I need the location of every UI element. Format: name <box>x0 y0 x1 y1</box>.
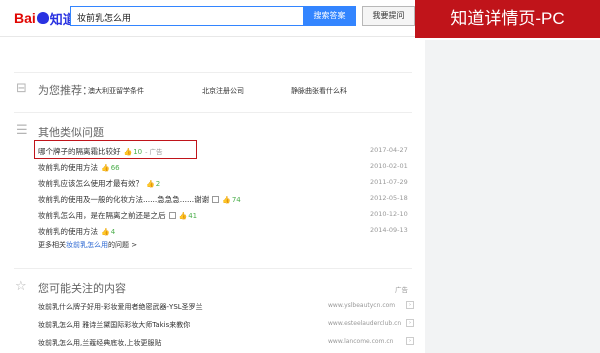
question-date: 2017-04-27 <box>370 146 408 154</box>
tag-icon <box>168 212 176 219</box>
tag-icon <box>212 196 220 203</box>
page-type-badge: 知道详情页-PC <box>415 0 600 38</box>
thumb-up-icon: 👍 <box>178 212 188 220</box>
question-row[interactable]: 妆前乳的使用方法 👍4 2014-09-13 <box>38 226 408 238</box>
thumb-up-icon: 👍 <box>101 164 110 172</box>
question-title[interactable]: 妆前乳的使用方法 <box>38 163 98 172</box>
vote-count: 4 <box>110 228 116 236</box>
header-divider <box>0 36 415 37</box>
question-row[interactable]: 妆前乳怎么用，是在隔离之前还是之后 👍41 2010-12-10 <box>38 210 408 222</box>
similar-title: 其他类似问题 <box>38 126 104 139</box>
question-title-line: 妆前乳的使用方法 👍4 <box>38 226 115 237</box>
question-date: 2010-12-10 <box>370 210 408 218</box>
question-row[interactable]: 妆前乳应该怎么使用才最有效？ 👍2 2011-07-29 <box>38 178 408 190</box>
list-icon: ⊟ <box>16 81 27 96</box>
vote-count: 10 <box>133 148 143 156</box>
question-title-line: 妆前乳怎么用，是在隔离之前还是之后 👍41 <box>38 210 197 221</box>
thumb-up-icon: 👍 <box>101 228 110 236</box>
vote-count: 74 <box>231 196 241 204</box>
ad-item-title[interactable]: 妆前乳怎么用 雅诗兰黛国际彩妆大师Takis来教你 <box>38 320 190 330</box>
recommend-item[interactable]: 北京注册公司 <box>202 86 244 96</box>
ad-item[interactable]: 妆前乳怎么用 雅诗兰黛国际彩妆大师Takis来教你 www.esteelaude… <box>38 319 414 332</box>
ad-item[interactable]: 妆前乳怎么用,兰蔻经典底妆,上妆更服贴 www.lancome.com.cn › <box>38 337 414 350</box>
recommend-item[interactable]: 静脉曲张看什么科 <box>291 86 347 96</box>
question-title[interactable]: 妆前乳怎么用，是在隔离之前还是之后 <box>38 211 166 220</box>
logo-bai-text: Bai <box>14 10 36 26</box>
search-input[interactable]: 妆前乳怎么用 <box>70 6 304 26</box>
chevron-right-icon[interactable]: › <box>406 337 414 345</box>
question-row[interactable]: 妆前乳的使用方法 👍66 2010-02-01 <box>38 162 408 174</box>
maybe-title: 您可能关注的内容 <box>38 282 126 295</box>
search-input-value: 妆前乳怎么用 <box>77 14 132 24</box>
ad-tag: 广告 <box>395 286 408 294</box>
question-title-line: 哪个牌子的隔离霜比较好 👍10- 广告 <box>38 146 163 157</box>
section-divider <box>14 112 412 113</box>
menu-lines-icon: ☰ <box>16 123 28 138</box>
ad-item-url: www.esteelauderclub.cn <box>328 320 402 327</box>
right-sidebar-area <box>425 40 600 353</box>
question-title[interactable]: 妆前乳的使用及一般的化妆方法......急急急......谢谢 <box>38 195 209 204</box>
recommend-title: 为您推荐： <box>38 84 93 97</box>
question-title[interactable]: 哪个牌子的隔离霜比较好 <box>38 147 121 156</box>
question-row[interactable]: 哪个牌子的隔离霜比较好 👍10- 广告 2017-04-27 <box>38 146 408 158</box>
ad-item[interactable]: 妆前乳什么牌子好用-彩妆爱用者绝密武器-YSL圣罗兰 www.yslbeauty… <box>38 301 414 314</box>
more-keyword[interactable]: 妆前乳怎么用 <box>66 241 108 249</box>
more-questions-link[interactable]: 更多相关妆前乳怎么用的问题 > <box>38 240 137 250</box>
question-row[interactable]: 妆前乳的使用及一般的化妆方法......急急急......谢谢 👍74 2012-… <box>38 194 408 206</box>
question-title-line: 妆前乳的使用及一般的化妆方法......急急急......谢谢 👍74 <box>38 194 241 205</box>
vote-count: 66 <box>110 164 120 172</box>
ad-item-title[interactable]: 妆前乳什么牌子好用-彩妆爱用者绝密武器-YSL圣罗兰 <box>38 302 203 312</box>
vote-count: 2 <box>155 180 161 188</box>
chevron-right-icon[interactable]: › <box>406 319 414 327</box>
thumb-up-icon: 👍 <box>146 180 155 188</box>
baidu-zhidao-logo[interactable]: Bai 知道 <box>14 8 76 28</box>
thumb-up-icon: 👍 <box>123 148 133 156</box>
more-suffix: 的问题 > <box>108 241 138 249</box>
question-title-line: 妆前乳的使用方法 👍66 <box>38 162 120 173</box>
question-title-line: 妆前乳应该怎么使用才最有效？ 👍2 <box>38 178 160 189</box>
vote-count: 41 <box>188 212 198 220</box>
more-prefix: 更多相关 <box>38 241 66 249</box>
question-date: 2010-02-01 <box>370 162 408 170</box>
recommend-item[interactable]: 澳大利亚留学条件 <box>88 86 144 96</box>
question-title[interactable]: 妆前乳的使用方法 <box>38 227 98 236</box>
ad-label: - 广告 <box>145 148 163 156</box>
paw-icon <box>36 12 49 24</box>
ad-item-title[interactable]: 妆前乳怎么用,兰蔻经典底妆,上妆更服贴 <box>38 338 161 348</box>
search-answer-button[interactable]: 搜索答案 <box>303 6 356 26</box>
chevron-right-icon[interactable]: › <box>406 301 414 309</box>
ad-item-url: www.yslbeautycn.com <box>328 302 396 309</box>
question-title[interactable]: 妆前乳应该怎么使用才最有效？ <box>38 179 143 188</box>
question-date: 2011-07-29 <box>370 178 408 186</box>
ad-item-url: www.lancome.com.cn <box>328 338 394 345</box>
thumb-up-icon: 👍 <box>222 196 231 204</box>
section-divider <box>14 72 412 73</box>
section-divider <box>14 268 412 269</box>
ask-question-button[interactable]: 我要提问 <box>362 6 415 26</box>
question-date: 2012-05-18 <box>370 194 408 202</box>
question-date: 2014-09-13 <box>370 226 408 234</box>
star-icon: ☆ <box>15 279 27 294</box>
